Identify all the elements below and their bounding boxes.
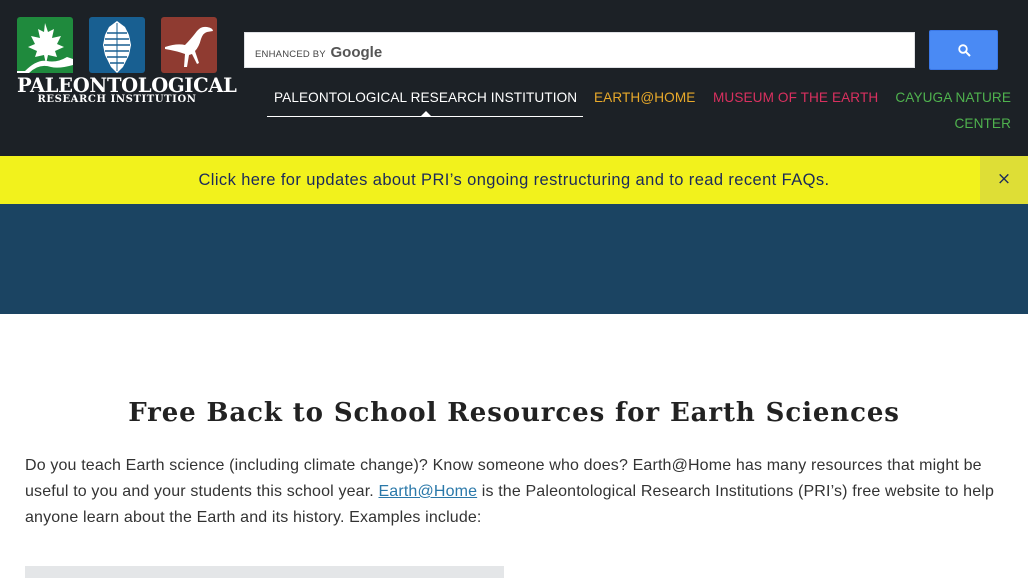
announcement-banner[interactable]: Click here for updates about PRI’s ongoi… bbox=[0, 156, 1028, 204]
maple-leaf-icon bbox=[17, 17, 73, 73]
page-title: Free Back to School Resources for Earth … bbox=[128, 398, 900, 428]
logo-subtitle: RESEARCH INSTITUTION bbox=[37, 94, 197, 105]
nav-item-pri[interactable]: PALEONTOLOGICAL RESEARCH INSTITUTION bbox=[274, 85, 577, 111]
banner-link[interactable]: Click here for updates about PRI’s ongoi… bbox=[0, 156, 1028, 204]
active-nav-underline bbox=[267, 116, 583, 117]
content-image bbox=[25, 566, 504, 578]
nav-item-cayuga-nature-center[interactable]: CAYUGA NATURE CENTER bbox=[895, 85, 1011, 137]
nav-cayuga-line2: CENTER bbox=[954, 116, 1011, 131]
earth-at-home-link[interactable]: Earth@Home bbox=[378, 483, 477, 500]
dinosaur-icon bbox=[161, 17, 217, 73]
active-nav-caret-icon bbox=[421, 111, 431, 116]
search-watermark: ENHANCED BY Google bbox=[255, 44, 383, 61]
close-icon[interactable]: × bbox=[980, 156, 1028, 204]
intro-paragraph: Do you teach Earth science (including cl… bbox=[25, 453, 1000, 531]
nav-cayuga-line1: CAYUGA NATURE bbox=[895, 90, 1011, 105]
search-button[interactable] bbox=[929, 30, 998, 70]
pri-logo[interactable]: PALEONTOLOGICAL RESEARCH INSTITUTION bbox=[17, 17, 237, 105]
shell-fossil-icon bbox=[89, 17, 145, 73]
hero-band bbox=[0, 204, 1028, 314]
search-input[interactable]: ENHANCED BY Google bbox=[244, 32, 915, 68]
nav-item-museum-of-the-earth[interactable]: MUSEUM OF THE EARTH bbox=[713, 85, 878, 111]
site-header: PALEONTOLOGICAL RESEARCH INSTITUTION ENH… bbox=[0, 0, 1028, 156]
search-icon bbox=[958, 44, 971, 57]
nav-item-earth-at-home[interactable]: EARTH@HOME bbox=[594, 85, 695, 111]
